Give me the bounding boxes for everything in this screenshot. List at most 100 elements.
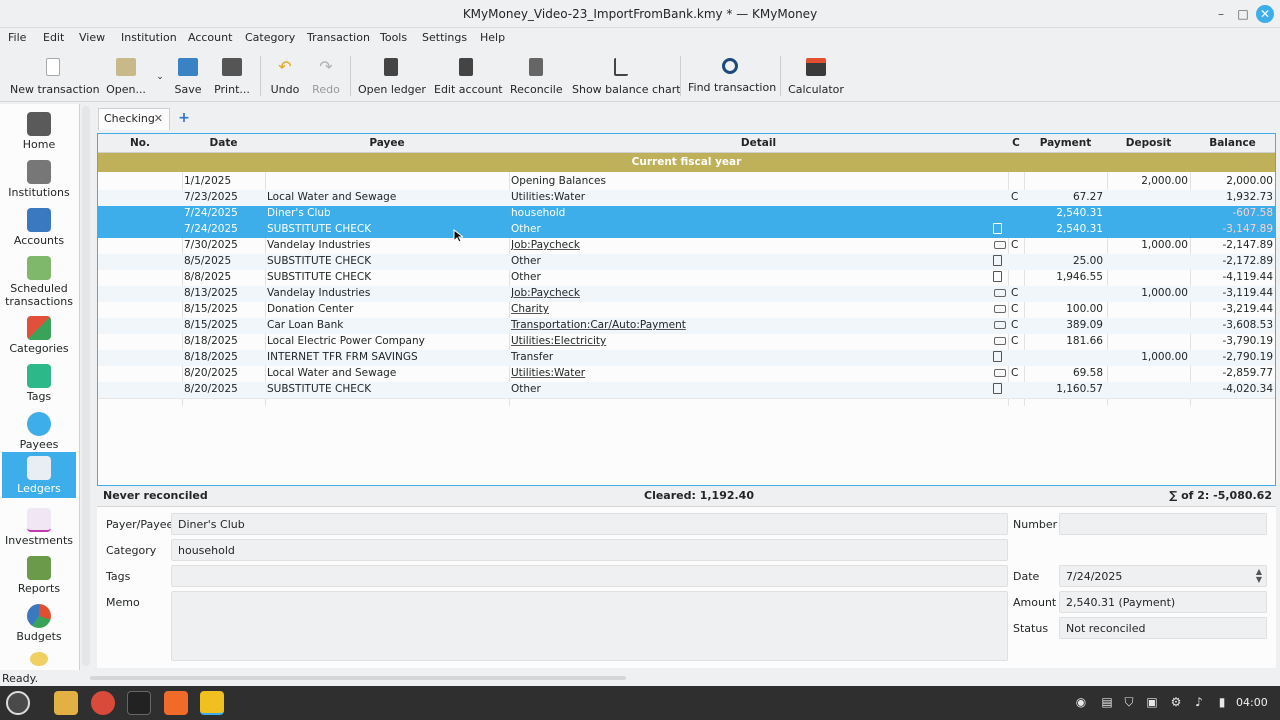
table-row[interactable]: 8/15/2025 Car Loan Bank Transportation:C… (98, 318, 1275, 334)
menu-file[interactable]: File (8, 31, 26, 44)
sidebar-item-payees[interactable]: Payees (2, 408, 76, 454)
forecast-icon (30, 652, 48, 666)
minimize-icon[interactable]: – (1212, 5, 1230, 23)
shield-icon[interactable]: ⛉ (1122, 695, 1136, 709)
table-row[interactable]: 7/30/2025 Vandelay Industries Job:Payche… (98, 238, 1275, 254)
column-header-payee[interactable]: Payee (265, 137, 509, 149)
column-header-cleared[interactable]: C (1008, 137, 1024, 149)
sidebar-item-accounts[interactable]: Accounts (2, 204, 76, 250)
volume-icon[interactable]: ♪ (1192, 695, 1206, 709)
terminal-icon[interactable] (127, 691, 151, 715)
connections-icon[interactable]: ⚙ (1169, 695, 1183, 709)
redo-icon: ↷ (319, 57, 333, 76)
tab-close-icon[interactable]: ✕ (154, 112, 163, 125)
table-row[interactable]: 8/18/2025 INTERNET TFR FRM SAVINGS Trans… (98, 350, 1275, 366)
reconciled-status: Never reconciled (103, 489, 208, 502)
brave-browser-icon[interactable] (164, 691, 188, 715)
toolbar: New transaction Open... ⌄ Save Print... … (0, 52, 1280, 102)
menu-institution[interactable]: Institution (121, 31, 177, 44)
undo-button[interactable]: ↶ Undo (268, 58, 302, 100)
calculator-icon (806, 58, 826, 76)
table-row[interactable]: 8/20/2025 Local Water and Sewage Utiliti… (98, 366, 1275, 382)
tags-field[interactable] (171, 565, 1008, 587)
sidebar-item-tags[interactable]: Tags (2, 360, 76, 406)
category-field[interactable]: household (171, 539, 1008, 561)
ledgers-icon (27, 456, 51, 480)
start-menu-icon[interactable] (6, 691, 30, 715)
table-row[interactable]: 8/13/2025 Vandelay Industries Job:Payche… (98, 286, 1275, 302)
table-row[interactable]: 8/8/2025 SUBSTITUTE CHECK Other 1,946.55… (98, 270, 1275, 286)
horizontal-scrollbar[interactable] (90, 676, 626, 680)
sidebar-item-ledgers[interactable]: Ledgers (2, 452, 76, 498)
sidebar-item-reports[interactable]: Reports (2, 552, 76, 598)
redo-button[interactable]: ↷ Redo (310, 58, 342, 100)
undo-icon: ↶ (278, 57, 292, 76)
memo-label: Memo (106, 596, 140, 609)
table-row-selected[interactable]: 7/24/2025 SUBSTITUTE CHECK Other 2,540.3… (98, 222, 1275, 238)
window-title: KMyMoney_Video-23_ImportFromBank.kmy * —… (462, 7, 818, 21)
menu-help[interactable]: Help (480, 31, 505, 44)
date-spinner-icon[interactable]: ▲ ▼ (1256, 568, 1262, 584)
menu-settings[interactable]: Settings (422, 31, 467, 44)
reconcile-button[interactable]: Reconcile (510, 58, 563, 100)
save-button[interactable]: Save (172, 58, 204, 100)
payee-field[interactable]: Diner's Club (171, 513, 1008, 535)
date-field[interactable]: 7/24/2025 ▲ ▼ (1059, 565, 1267, 587)
table-row-selected[interactable]: 7/24/2025 Diner's Club household 2,540.3… (98, 206, 1275, 222)
status-field[interactable]: Not reconciled (1059, 617, 1267, 639)
sidebar-item-budgets[interactable]: Budgets (2, 600, 76, 646)
new-transaction-row[interactable] (98, 398, 1275, 414)
imported-document-icon (993, 271, 1002, 282)
amount-field[interactable]: 2,540.31 (Payment) (1059, 591, 1267, 613)
network-icon[interactable]: ◉ (1074, 695, 1088, 709)
print-button[interactable]: Print... (212, 58, 252, 100)
show-balance-chart-button[interactable]: Show balance chart (572, 58, 681, 100)
table-row[interactable]: 8/18/2025 Local Electric Power Company U… (98, 334, 1275, 350)
calculator-button[interactable]: Calculator (788, 58, 844, 100)
group-header-fiscal-year: Current fiscal year (98, 153, 1275, 172)
menu-tools[interactable]: Tools (380, 31, 407, 44)
sidebar-item-categories[interactable]: Categories (2, 312, 76, 358)
table-row[interactable]: 8/5/2025 SUBSTITUTE CHECK Other 25.00 -2… (98, 254, 1275, 270)
edit-account-button[interactable]: Edit account (434, 58, 503, 100)
open-button[interactable]: Open... (104, 58, 148, 100)
maximize-icon[interactable]: □ (1234, 5, 1252, 23)
column-header-balance[interactable]: Balance (1190, 137, 1275, 149)
open-ledger-button[interactable]: Open ledger (358, 58, 426, 100)
sidebar-item-investments[interactable]: Investments (2, 504, 76, 550)
column-header-date[interactable]: Date (182, 137, 265, 149)
sidebar-item-home[interactable]: Home (2, 108, 76, 154)
sidebar-scrollbar[interactable] (82, 106, 90, 666)
updates-icon[interactable]: ▣ (1145, 695, 1159, 709)
file-manager-icon[interactable] (54, 691, 78, 715)
add-tab-button[interactable]: + (174, 109, 194, 129)
clipboard-icon[interactable]: ▤ (1100, 695, 1114, 709)
find-transaction-button[interactable]: Find transaction (688, 58, 776, 100)
new-transaction-button[interactable]: New transaction (10, 58, 100, 100)
number-field[interactable] (1059, 513, 1267, 535)
close-icon[interactable]: ✕ (1256, 5, 1274, 23)
table-row[interactable]: 1/1/2025 Opening Balances 2,000.00 2,000… (98, 174, 1275, 190)
ledger-summary-bar: Never reconciled Cleared: 1,192.40 ∑ of … (97, 487, 1276, 503)
menu-category[interactable]: Category (245, 31, 295, 44)
column-header-detail[interactable]: Detail (509, 137, 1008, 149)
open-dropdown-button[interactable]: ⌄ (152, 58, 168, 100)
sidebar-item-scheduled-transactions[interactable]: Scheduled transactions (2, 252, 76, 310)
sidebar-item-institutions[interactable]: Institutions (2, 156, 76, 202)
memo-field[interactable] (171, 591, 1008, 661)
table-row[interactable]: 7/23/2025 Local Water and Sewage Utiliti… (98, 190, 1275, 206)
table-row[interactable]: 8/20/2025 SUBSTITUTE CHECK Other 1,160.5… (98, 382, 1275, 398)
column-header-number[interactable]: No. (98, 137, 182, 149)
menu-view[interactable]: View (79, 31, 105, 44)
column-header-payment[interactable]: Payment (1024, 137, 1107, 149)
menu-account[interactable]: Account (188, 31, 232, 44)
firefox-icon[interactable] (91, 691, 115, 715)
sidebar-item-more[interactable] (2, 648, 76, 668)
kmymoney-taskbar-icon[interactable] (200, 691, 224, 715)
column-header-deposit[interactable]: Deposit (1107, 137, 1190, 149)
menu-edit[interactable]: Edit (43, 31, 64, 44)
menu-transaction[interactable]: Transaction (307, 31, 370, 44)
battery-icon[interactable]: ▮ (1215, 695, 1229, 709)
tab-checking[interactable]: Checking ✕ (98, 108, 170, 130)
table-row[interactable]: 8/15/2025 Donation Center Charity C 100.… (98, 302, 1275, 318)
